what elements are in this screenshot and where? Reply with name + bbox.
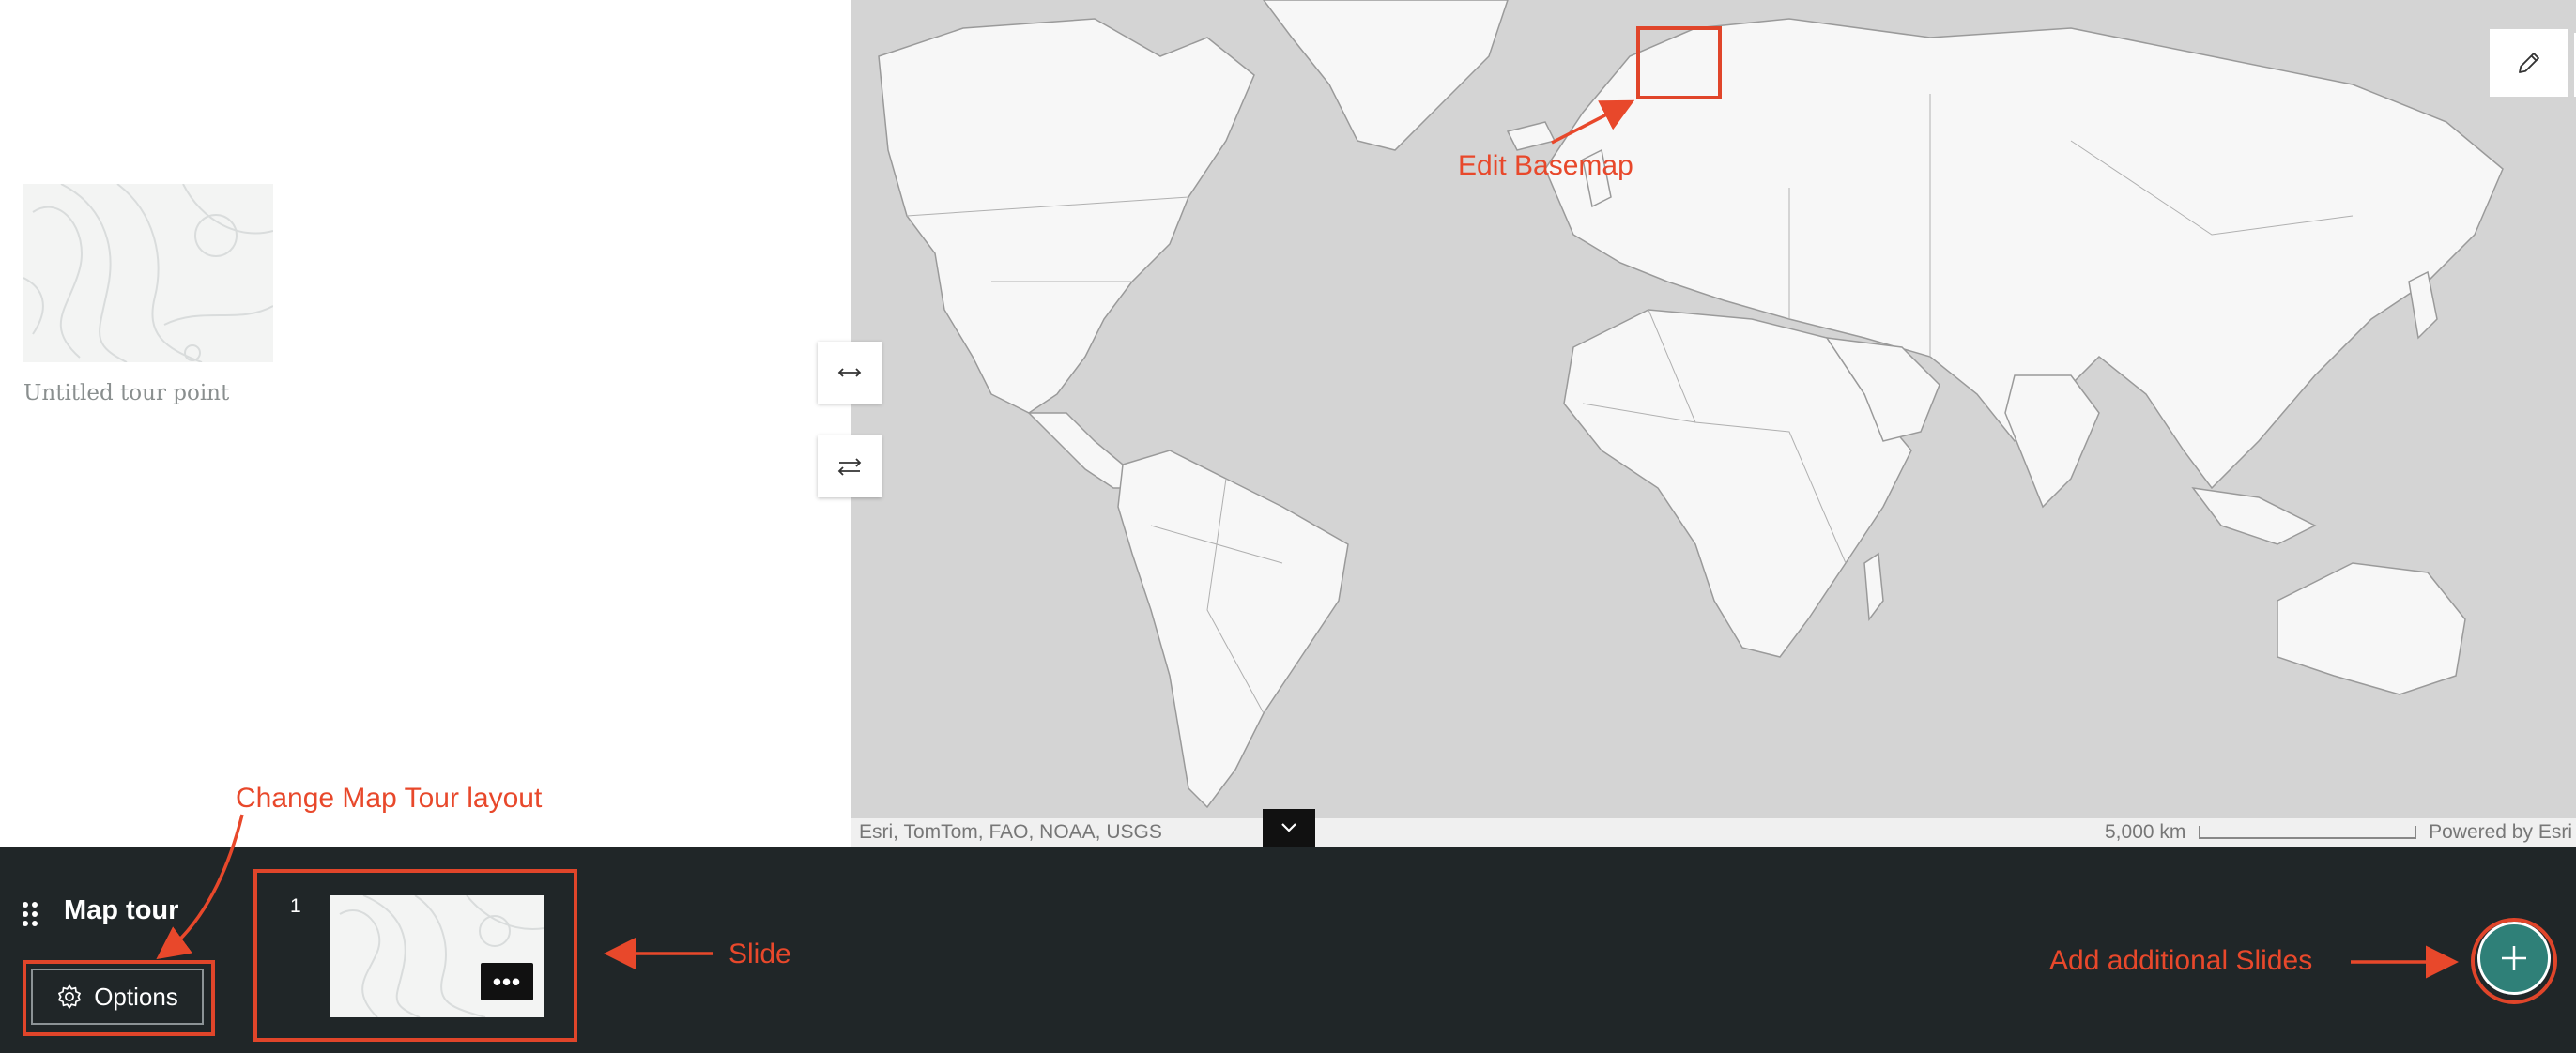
attribution-text: Esri, TomTom, FAO, NOAA, USGS (859, 821, 1162, 843)
annotation-edit-basemap: Edit Basemap (1458, 150, 1633, 181)
swap-width-icon (837, 368, 862, 377)
annotation-box-options (23, 960, 215, 1036)
annotation-box-add-slide (2471, 918, 2557, 1004)
pencil-icon (2519, 53, 2539, 73)
contour-placeholder-icon (23, 184, 273, 362)
annotation-slide: Slide (728, 939, 791, 969)
sidecar-panel: Untitled tour point (0, 0, 851, 847)
scale-bar (2199, 826, 2416, 839)
tour-point-thumbnail[interactable] (23, 184, 273, 362)
annotation-change-layout: Change Map Tour layout (236, 783, 543, 814)
edit-basemap-button[interactable] (2490, 29, 2568, 97)
powered-by-text[interactable]: Powered by Esri (2429, 821, 2572, 844)
swap-side-button[interactable] (818, 435, 882, 497)
swap-side-icon (837, 458, 862, 476)
annotation-box-slide (253, 869, 577, 1042)
swap-width-button[interactable] (818, 342, 882, 404)
drag-handle-icon[interactable] (21, 900, 39, 928)
scale-label: 5,000 km (2105, 821, 2186, 843)
annotation-add-slides: Add additional Slides (2049, 945, 2313, 976)
map-view[interactable]: + − Esri, TomTom, FAO, NOAA, USGS 5,000 … (851, 0, 2576, 847)
annotation-box-edit-basemap (1636, 26, 1722, 99)
chevron-down-icon (1281, 823, 1296, 832)
carousel-title: Map tour (64, 895, 179, 925)
tour-point-title[interactable]: Untitled tour point (23, 381, 229, 405)
collapse-carousel-button[interactable] (1263, 809, 1315, 847)
attribution-bar: Esri, TomTom, FAO, NOAA, USGS 5,000 km P… (851, 818, 2576, 847)
world-basemap (878, 0, 2504, 809)
